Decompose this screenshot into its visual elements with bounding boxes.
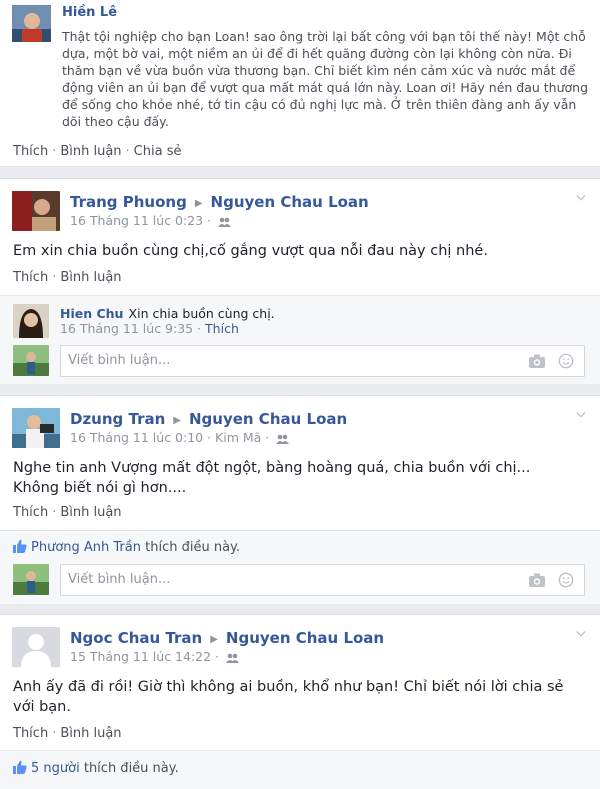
likes-summary: Phương Anh Trần thích điều này. xyxy=(12,539,240,555)
post-actions: Thích · Bình luận xyxy=(13,726,122,741)
share-link[interactable]: Chia sẻ xyxy=(134,144,182,159)
camera-icon[interactable] xyxy=(528,353,546,369)
comment-input-placeholder: Viết bình luận... xyxy=(68,572,171,587)
post-card: Ngoc Chau Tran ▶ Nguyen Chau Loan 15 Tháng… xyxy=(0,614,600,789)
post-author[interactable]: Dzung Tran xyxy=(70,410,165,428)
post-author[interactable]: Trang Phuong xyxy=(70,193,187,211)
comment-link[interactable]: Bình luận xyxy=(60,270,121,285)
friends-audience-icon[interactable] xyxy=(276,434,290,444)
post-meta: 16 Tháng 11 lúc 0:10 · Kim Mã · xyxy=(70,430,290,445)
avatar[interactable] xyxy=(13,304,49,338)
friends-audience-icon[interactable] xyxy=(218,217,232,227)
post-text-line: Anh ấy đã đi rồi! Giờ thì không ai buồn,… xyxy=(13,679,564,695)
avatar[interactable] xyxy=(12,5,51,42)
emoji-icon[interactable] xyxy=(557,353,575,369)
arrow-right-icon: ▶ xyxy=(173,415,181,426)
post-timestamp[interactable]: 16 Tháng 11 lúc 0:23 xyxy=(70,213,203,228)
post-timestamp[interactable]: 16 Tháng 11 lúc 0:10 xyxy=(70,430,203,445)
like-link[interactable]: Thích xyxy=(13,505,48,520)
comment-link[interactable]: Bình luận xyxy=(60,505,121,520)
post-target[interactable]: Nguyen Chau Loan xyxy=(211,193,369,211)
post-timestamp[interactable]: 15 Tháng 11 lúc 14:22 xyxy=(70,649,211,664)
chevron-down-icon[interactable] xyxy=(576,193,586,203)
thumbs-up-icon xyxy=(13,539,27,553)
comment-author[interactable]: Hiền Lê xyxy=(62,5,117,20)
avatar[interactable] xyxy=(12,408,60,448)
post-actions: Thích · Bình luận xyxy=(13,270,122,285)
post-author-line: Ngoc Chau Tran ▶ Nguyen Chau Loan xyxy=(70,629,384,647)
likes-section: 5 người thích điều này. xyxy=(0,750,600,789)
post-target[interactable]: Nguyen Chau Loan xyxy=(226,629,384,647)
post-card: Trang Phuong ▶ Nguyen Chau Loan 16 Tháng 1… xyxy=(0,178,600,384)
post-text-line: Không biết nói gì hơn.... xyxy=(13,480,187,496)
likes-suffix: thích điều này. xyxy=(83,761,179,776)
avatar[interactable] xyxy=(12,191,60,231)
liker-name[interactable]: Phương Anh Trần xyxy=(31,540,141,555)
arrow-right-icon: ▶ xyxy=(210,634,218,645)
comment-actions: Thích · Bình luận · Chia sẻ xyxy=(13,144,182,159)
avatar[interactable] xyxy=(12,627,60,667)
emoji-icon[interactable] xyxy=(557,572,575,588)
viewer-avatar xyxy=(13,564,49,595)
comments-section: Hien Chu Xin chia buồn cùng chị. 16 Thán… xyxy=(0,295,600,384)
comment-text: Thật tội nghiệp cho bạn Loan! sao ông tr… xyxy=(62,29,589,129)
comment-link[interactable]: Bình luận xyxy=(60,726,121,741)
reply-meta: 16 Tháng 11 lúc 9:35 · Thích xyxy=(60,321,239,336)
viewer-avatar xyxy=(13,345,49,376)
friends-audience-icon[interactable] xyxy=(226,653,239,663)
like-link[interactable]: Thích xyxy=(13,144,48,159)
post-text-line: với bạn. xyxy=(13,699,71,715)
post-text: Em xin chia buồn cùng chị,cố gắng vượt q… xyxy=(13,243,488,259)
chevron-down-icon[interactable] xyxy=(576,410,586,420)
likes-suffix: thích điều này. xyxy=(145,540,241,555)
post-text-line: Nghe tin anh Vượng mất đột ngột, bàng ho… xyxy=(13,460,531,476)
comment-input[interactable]: Viết bình luận... xyxy=(60,564,585,596)
post-target[interactable]: Nguyen Chau Loan xyxy=(189,410,347,428)
comments-section: Phương Anh Trần thích điều này. Viết bìn… xyxy=(0,530,600,604)
reply-text: Xin chia buồn cùng chị. xyxy=(128,306,275,321)
thumbs-up-icon xyxy=(13,760,27,774)
camera-icon[interactable] xyxy=(528,572,546,588)
post-author-line: Trang Phuong ▶ Nguyen Chau Loan xyxy=(70,193,369,211)
arrow-right-icon: ▶ xyxy=(194,198,203,209)
post-author[interactable]: Ngoc Chau Tran xyxy=(70,629,202,647)
comment-input-placeholder: Viết bình luận... xyxy=(68,353,171,368)
reply-author[interactable]: Hien Chu xyxy=(60,306,123,321)
post-location[interactable]: Kim Mã xyxy=(215,430,261,445)
reply-like-link[interactable]: Thích xyxy=(205,321,239,336)
post-card: Dzung Tran ▶ Nguyen Chau Loan 16 Tháng 11 … xyxy=(0,395,600,604)
like-link[interactable]: Thích xyxy=(13,726,48,741)
post-meta: 15 Tháng 11 lúc 14:22 · xyxy=(70,649,239,664)
comment-card-hien-le: Hiền Lê Thật tội nghiệp cho bạn Loan! sa… xyxy=(0,0,600,167)
likes-count-link[interactable]: 5 người xyxy=(31,761,80,776)
post-actions: Thích · Bình luận xyxy=(13,505,122,520)
likes-summary: 5 người thích điều này. xyxy=(12,760,179,776)
chevron-down-icon[interactable] xyxy=(576,629,586,639)
comment-input[interactable]: Viết bình luận... xyxy=(60,345,585,377)
post-meta: 16 Tháng 11 lúc 0:23 · xyxy=(70,213,232,228)
comment-link[interactable]: Bình luận xyxy=(60,144,121,159)
reply-timestamp[interactable]: 16 Tháng 11 lúc 9:35 xyxy=(60,321,193,336)
post-author-line: Dzung Tran ▶ Nguyen Chau Loan xyxy=(70,410,347,428)
like-link[interactable]: Thích xyxy=(13,270,48,285)
reply-line: Hien Chu Xin chia buồn cùng chị. xyxy=(60,303,275,322)
